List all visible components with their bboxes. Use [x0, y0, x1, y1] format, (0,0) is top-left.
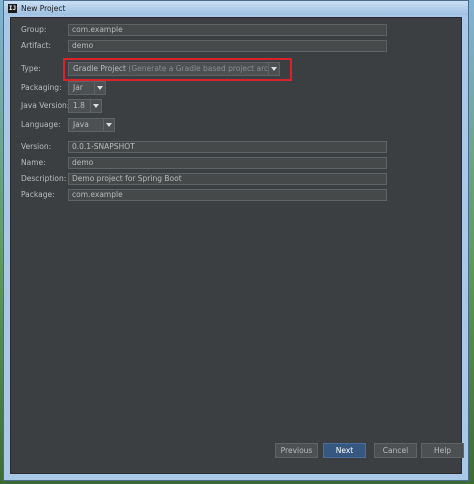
new-project-window: IJ New Project Group: com.example Artifa…: [3, 0, 469, 481]
packaging-select-value: Jar: [73, 83, 83, 92]
cancel-button[interactable]: Cancel: [374, 443, 417, 458]
window-title: New Project: [21, 3, 66, 13]
group-label: Group:: [21, 25, 47, 34]
title-bar: IJ New Project: [4, 1, 468, 15]
java-version-select-value: 1.8: [73, 101, 85, 110]
group-field[interactable]: com.example: [68, 24, 387, 36]
description-field[interactable]: Demo project for Spring Boot: [68, 173, 387, 185]
chevron-down-icon[interactable]: [94, 82, 105, 94]
next-button[interactable]: Next: [323, 443, 366, 458]
previous-button[interactable]: Previous: [275, 443, 318, 458]
type-label: Type:: [21, 64, 41, 73]
packaging-label: Packaging:: [21, 83, 62, 92]
name-label: Name:: [21, 158, 46, 167]
java-version-label: Java Version:: [21, 101, 70, 110]
chevron-down-icon[interactable]: [90, 100, 101, 112]
package-field[interactable]: com.example: [68, 189, 387, 201]
chevron-down-icon[interactable]: [103, 119, 114, 131]
language-select[interactable]: Java: [68, 118, 115, 132]
intellij-logo-icon: IJ: [8, 3, 17, 13]
help-button[interactable]: Help: [421, 443, 464, 458]
language-select-value: Java: [73, 120, 89, 129]
description-label: Description:: [21, 174, 67, 183]
version-label: Version:: [21, 142, 52, 151]
dialog-content: Group: com.example Artifact: demo Type: …: [10, 17, 462, 474]
packaging-select[interactable]: Jar: [68, 81, 106, 95]
version-field[interactable]: 0.0.1-SNAPSHOT: [68, 141, 387, 153]
artifact-field[interactable]: demo: [68, 40, 387, 52]
artifact-label: Artifact:: [21, 41, 52, 50]
type-highlight-box: [63, 58, 292, 81]
package-label: Package:: [21, 190, 55, 199]
language-label: Language:: [21, 120, 61, 129]
java-version-select[interactable]: 1.8: [68, 99, 102, 113]
name-field[interactable]: demo: [68, 157, 387, 169]
